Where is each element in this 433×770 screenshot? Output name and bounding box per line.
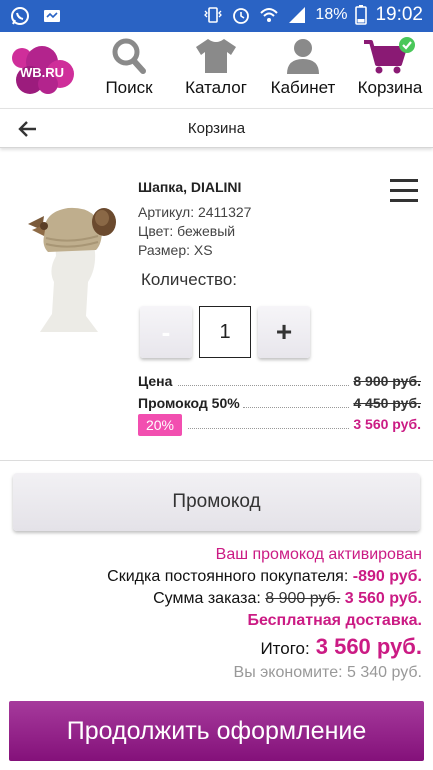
top-navigation: WB.RU Поиск Каталог Кабинет Корзина <box>0 32 433 104</box>
free-delivery-text: Бесплатная доставка. <box>247 612 422 629</box>
promo-activated-text: Ваш промокод активирован <box>215 546 422 563</box>
wifi-icon <box>260 8 279 22</box>
savings-line: Вы экономите: 5 340 руб. <box>234 664 422 682</box>
order-sum-line: Сумма заказа: 8 900 руб. 3 560 руб. <box>153 590 422 608</box>
nav-catalog-label: Каталог <box>185 78 247 97</box>
loyal-discount-value: -890 руб. <box>352 568 422 585</box>
page-title: Корзина <box>187 120 246 137</box>
loyal-discount-label: Скидка постоянного покупателя: <box>107 568 349 585</box>
savings-label: Вы экономите: <box>233 664 343 681</box>
nav-search[interactable]: Поиск <box>84 36 174 98</box>
nav-cabinet-label: Кабинет <box>270 78 336 97</box>
continue-checkout-button[interactable]: Продолжить оформление <box>9 701 424 761</box>
user-icon <box>287 39 319 74</box>
final-price-value: 3 560 руб. <box>350 416 421 432</box>
order-sum-new: 3 560 руб. <box>344 590 422 607</box>
menu-icon[interactable] <box>389 176 419 206</box>
promo-code-button[interactable]: Промокод <box>13 473 420 531</box>
order-sum-old: 8 900 руб. <box>265 590 341 607</box>
total-value: 3 560 руб. <box>315 634 422 659</box>
whatsapp-icon <box>11 7 29 25</box>
price-label: Цена <box>138 373 176 389</box>
quantity-label: Количество: <box>141 270 238 289</box>
message-icon <box>44 10 60 22</box>
nav-cart-label: Корзина <box>357 78 423 97</box>
product-color: Цвет: бежевый <box>138 223 236 239</box>
status-bar: 18% 19:02 <box>0 0 433 32</box>
logo-text: WB.RU <box>20 65 64 80</box>
product-size: Размер: XS <box>138 242 213 258</box>
promo-price-row: Промокод 50% 4 450 руб. <box>138 395 421 415</box>
nav-catalog[interactable]: Каталог <box>171 36 261 98</box>
vibrate-icon <box>204 7 223 23</box>
total-label: Итого: <box>260 639 310 658</box>
discount-badge: 20% <box>138 414 182 436</box>
product-article: Артикул: 2411327 <box>138 204 252 220</box>
quantity-minus-button[interactable]: - <box>140 306 192 358</box>
battery-percent: 18% <box>315 6 348 23</box>
quantity-plus-button[interactable]: + <box>258 306 310 358</box>
signal-icon <box>289 7 306 23</box>
product-name[interactable]: Шапка, DIALINI <box>138 179 241 195</box>
nav-cabinet[interactable]: Кабинет <box>258 36 348 98</box>
savings-value: 5 340 руб. <box>347 664 422 681</box>
discount-row: 20% 3 560 руб. <box>138 414 421 436</box>
product-image[interactable] <box>18 196 118 332</box>
nav-search-label: Поиск <box>105 78 153 97</box>
order-sum-label: Сумма заказа: <box>153 590 261 607</box>
price-value: 8 900 руб. <box>350 373 421 389</box>
wb-logo[interactable]: WB.RU <box>8 44 76 96</box>
total-line: Итого: 3 560 руб. <box>260 634 422 660</box>
divider <box>0 460 433 461</box>
quantity-input[interactable]: 1 <box>199 306 251 358</box>
alarm-icon <box>233 8 250 24</box>
search-icon <box>112 38 146 74</box>
nav-cart[interactable]: Корзина <box>345 36 433 98</box>
tshirt-icon <box>196 39 236 73</box>
page-header: Корзина <box>0 108 433 148</box>
clock: 19:02 <box>375 4 423 25</box>
price-row: Цена 8 900 руб. <box>138 373 421 393</box>
loyal-discount-line: Скидка постоянного покупателя: -890 руб. <box>107 568 422 586</box>
battery-icon <box>355 5 368 25</box>
cart-icon <box>364 37 415 74</box>
price-dots <box>178 385 351 386</box>
promo-price-value: 4 450 руб. <box>350 395 421 411</box>
discount-dots <box>188 428 351 429</box>
promo-price-label: Промокод 50% <box>138 395 243 411</box>
promo-dots <box>243 407 351 408</box>
